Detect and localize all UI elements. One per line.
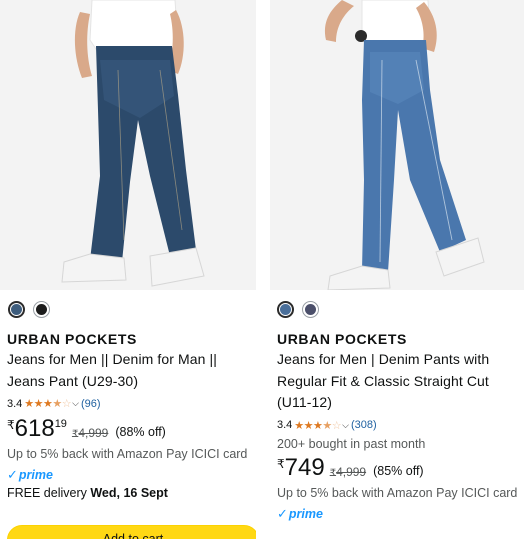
prime-check-icon: ✓ — [7, 467, 18, 482]
product-image[interactable] — [270, 0, 524, 290]
review-count-link[interactable]: (96) — [81, 398, 101, 410]
star-rating-icon[interactable]: ★★★★☆ — [294, 419, 341, 432]
mrp-price: ₹4,999 — [71, 426, 109, 440]
discount-percent: (88% off) — [115, 425, 166, 439]
price-currency: ₹ — [7, 418, 15, 432]
prime-badge: ✓ prime — [277, 505, 520, 521]
chevron-down-icon[interactable]: ⌵ — [342, 420, 349, 431]
price-row: ₹ 618 19 ₹4,999 (88% off) — [7, 416, 252, 443]
swatch-blue[interactable] — [8, 301, 25, 318]
jeans-photo — [61, 0, 205, 287]
prime-badge: ✓ prime — [7, 467, 252, 482]
delivery-prefix: FREE delivery — [7, 486, 91, 500]
rating-value: 3.4 — [277, 419, 293, 431]
price-row: ₹ 749 ₹4,999 (85% off) — [277, 453, 520, 482]
discount-percent: (85% off) — [373, 463, 424, 478]
prime-label: prime — [18, 468, 53, 482]
rating-value: 3.4 — [7, 397, 23, 410]
cashback-offer: Up to 5% back with Amazon Pay ICICI card — [7, 447, 248, 461]
product-title[interactable]: Jeans for Men | Denim Pants with Regular… — [277, 349, 520, 414]
review-count-link[interactable]: (308) — [351, 419, 377, 431]
product-card[interactable]: URBAN POCKETS Jeans for Men || Denim for… — [0, 0, 256, 539]
prime-check-icon: ✓ — [277, 505, 288, 521]
product-title[interactable]: Jeans for Men || Denim for Man || Jeans … — [7, 349, 252, 392]
price-whole: 749 — [284, 453, 325, 481]
rating-row: 3.4 ★★★★☆ ⌵ (308) — [277, 417, 520, 434]
delivery-info: FREE delivery Wed, 16 Sept — [7, 486, 252, 500]
add-to-cart-button[interactable]: Add to cart — [7, 525, 256, 539]
swatch-blue[interactable] — [277, 301, 294, 318]
mrp-price: ₹4,999 — [329, 464, 367, 479]
product-card[interactable]: URBAN POCKETS Jeans for Men | Denim Pant… — [270, 0, 524, 539]
star-rating-icon[interactable]: ★★★★☆ — [24, 397, 71, 410]
rating-row: 3.4 ★★★★☆ ⌵ (96) — [7, 395, 252, 412]
product-image[interactable] — [0, 0, 256, 290]
prime-label: prime — [288, 506, 323, 521]
price-fraction: 19 — [54, 418, 67, 430]
chevron-down-icon[interactable]: ⌵ — [72, 398, 79, 409]
bought-count: 200+ bought in past month — [277, 436, 426, 451]
swatch-black[interactable] — [33, 301, 50, 318]
price-whole: 618 — [14, 415, 55, 442]
delivery-date: Wed, 16 Sept — [90, 486, 168, 500]
color-swatches — [277, 301, 319, 318]
brand-name: URBAN POCKETS — [7, 331, 137, 347]
color-swatches — [8, 301, 50, 318]
cashback-offer: Up to 5% back with Amazon Pay ICICI card — [277, 485, 518, 500]
jeans-photo — [324, 0, 485, 290]
price-currency: ₹ — [277, 456, 285, 471]
brand-name: URBAN POCKETS — [277, 331, 407, 347]
swatch-navy[interactable] — [302, 301, 319, 318]
